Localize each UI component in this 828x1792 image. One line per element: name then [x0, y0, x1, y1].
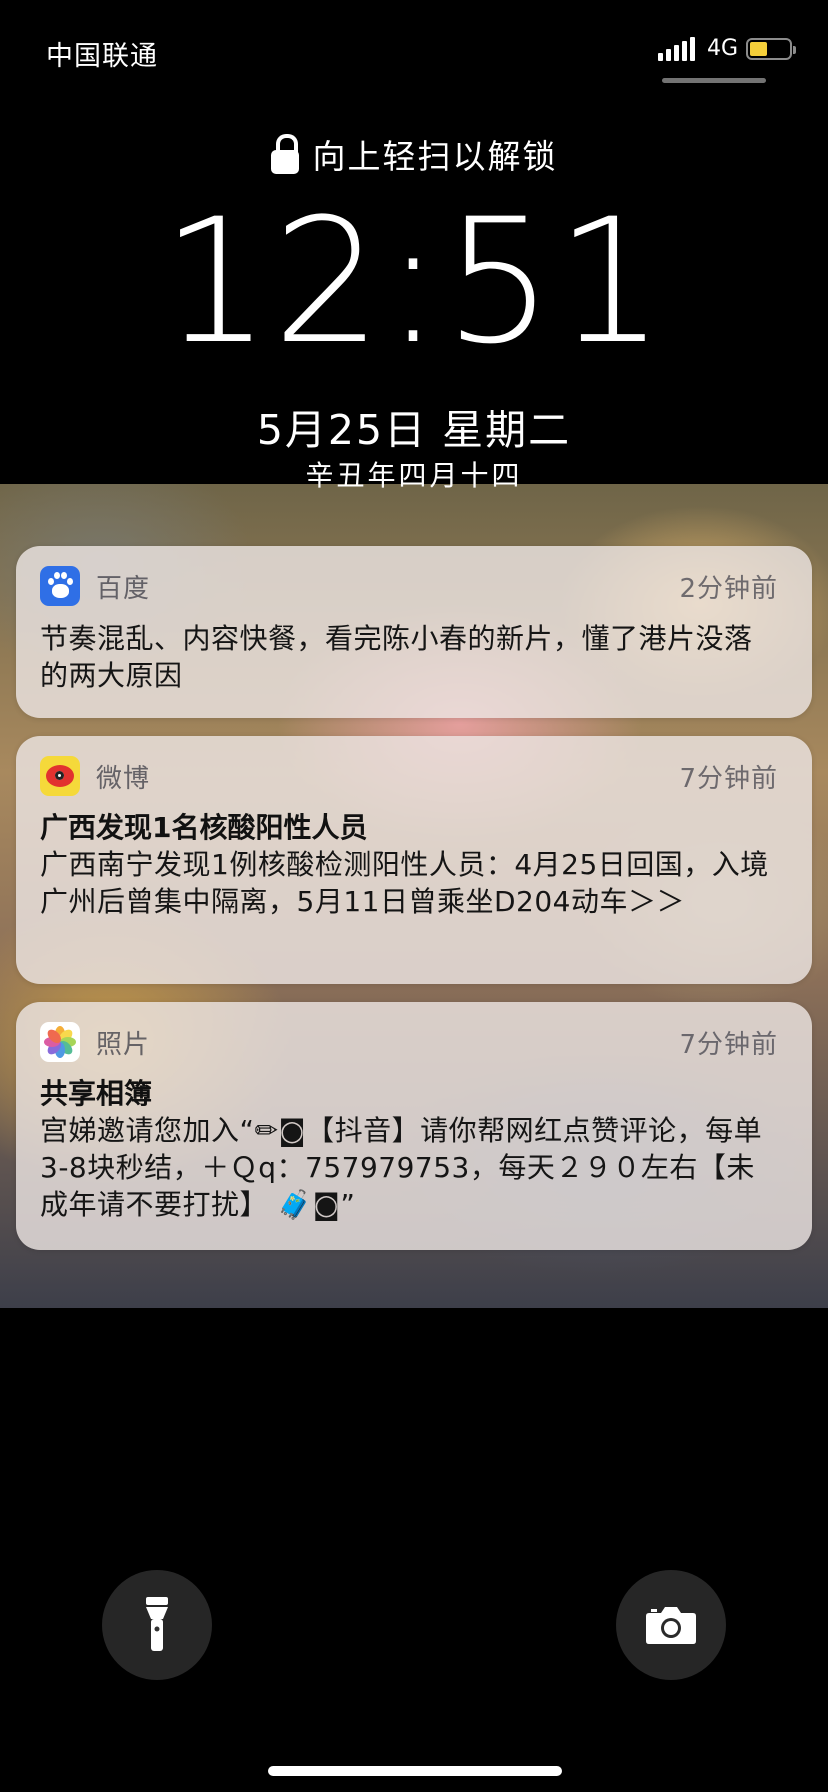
notification-title: 共享相簿	[40, 1077, 153, 1110]
lock-icon	[270, 134, 299, 174]
notification-body: 广西南宁发现1例核酸检测阳性人员：4月25日回国，入境广州后曾集中隔离，5月11…	[40, 848, 769, 918]
photos-flower-icon	[40, 1022, 80, 1062]
carrier-name: 中国联通	[46, 41, 158, 72]
notification-header: 微博 7分钟前	[40, 756, 778, 796]
battery-level-fill	[750, 41, 767, 56]
notification-weibo[interactable]: 微博 7分钟前 广西发现1名核酸阳性人员 广西南宁发现1例核酸检测阳性人员：4月…	[16, 736, 812, 984]
unlock-hint: 向上轻扫以解锁	[0, 130, 828, 178]
flashlight-button[interactable]	[102, 1570, 212, 1680]
notification-body: 宫娣邀请您加入“✏◙【抖音】请你帮网红点赞评论，每单3-8块秒结，＋Ｑq：757…	[40, 1114, 763, 1221]
notification-baidu[interactable]: 百度 2分钟前 节奏混乱、内容快餐，看完陈小春的新片，懂了港片没落的两大原因	[16, 546, 812, 718]
weibo-icon	[40, 756, 80, 796]
unlock-hint-text: 向上轻扫以解锁	[312, 137, 558, 176]
signal-strength-icon	[657, 36, 695, 61]
notification-header: 照片 7分钟前	[40, 1022, 778, 1062]
notification-photos[interactable]: 照片 7分钟前 共享相簿 宫娣邀请您加入“✏◙【抖音】请你帮网红点赞评论，每单3…	[16, 1002, 812, 1250]
control-center-indicator[interactable]	[662, 78, 766, 83]
status-icons: 4G	[657, 36, 796, 61]
notification-time: 7分钟前	[679, 763, 778, 794]
camera-icon	[646, 1607, 696, 1644]
lunar-date-text: 辛丑年四月十四	[305, 459, 523, 492]
date-text: 5月25日 星期二	[256, 406, 572, 454]
lock-screen[interactable]: 中国联通 4G 向上轻扫以解锁 12:51 5月25日 星期二 辛丑年四月十四	[0, 0, 828, 1792]
notification-time: 7分钟前	[679, 1029, 778, 1060]
notification-time: 2分钟前	[679, 573, 778, 604]
notification-app-name: 照片	[96, 1029, 151, 1060]
notification-body: 节奏混乱、内容快餐，看完陈小春的新片，懂了港片没落的两大原因	[40, 622, 753, 692]
home-indicator[interactable]	[268, 1766, 562, 1776]
camera-button[interactable]	[616, 1570, 726, 1680]
battery-icon	[746, 37, 796, 60]
flashlight-icon	[146, 1597, 168, 1651]
network-type: 4G	[706, 36, 738, 61]
clock-time: 12:51	[161, 181, 667, 382]
notification-app-name: 微博	[96, 763, 151, 794]
notification-title: 广西发现1名核酸阳性人员	[40, 811, 368, 844]
notification-header: 百度 2分钟前	[40, 566, 778, 606]
baidu-paw-icon	[40, 566, 80, 606]
notification-app-name: 百度	[96, 573, 151, 604]
